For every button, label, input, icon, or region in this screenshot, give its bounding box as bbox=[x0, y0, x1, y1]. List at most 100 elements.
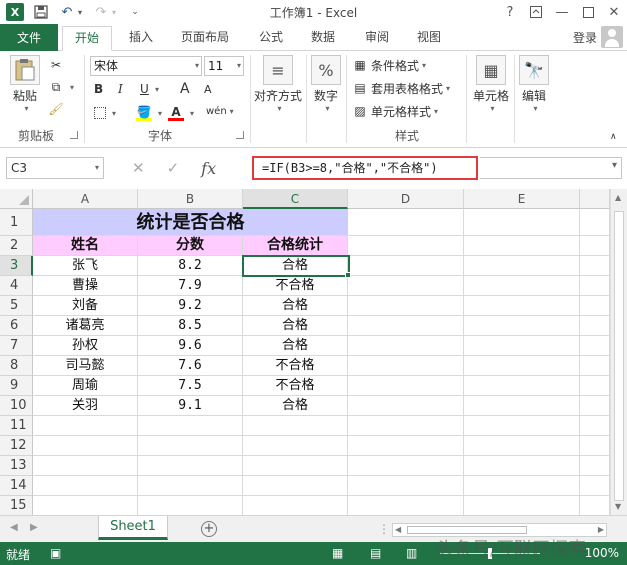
empty-cell[interactable] bbox=[580, 456, 610, 476]
empty-cell[interactable] bbox=[348, 436, 464, 456]
name-cell[interactable]: 刘备 bbox=[33, 296, 138, 316]
tab-page-layout[interactable]: 页面布局 bbox=[172, 26, 238, 51]
cancel-icon[interactable]: ✕ bbox=[132, 159, 145, 177]
name-cell[interactable]: 孙权 bbox=[33, 336, 138, 356]
empty-cell[interactable] bbox=[348, 209, 464, 236]
result-cell[interactable]: 合格 bbox=[243, 336, 348, 356]
empty-cell[interactable] bbox=[243, 496, 348, 515]
font-name-select[interactable]: 宋体 ▾ bbox=[90, 56, 202, 76]
empty-cell[interactable] bbox=[348, 336, 464, 356]
row-header-10[interactable]: 10 bbox=[0, 396, 33, 416]
empty-cell[interactable] bbox=[464, 436, 580, 456]
result-cell[interactable]: 不合格 bbox=[243, 276, 348, 296]
empty-cell[interactable] bbox=[348, 256, 464, 276]
name-cell[interactable]: 关羽 bbox=[33, 396, 138, 416]
enter-icon[interactable]: ✓ bbox=[167, 159, 180, 177]
empty-cell[interactable] bbox=[348, 416, 464, 436]
result-cell[interactable]: 合格 bbox=[243, 256, 348, 276]
score-cell[interactable]: 7.9 bbox=[138, 276, 243, 296]
redo-icon[interactable]: ↷ bbox=[92, 3, 110, 21]
row-header-5[interactable]: 5 bbox=[0, 296, 33, 316]
empty-cell[interactable] bbox=[348, 456, 464, 476]
page-break-view-icon[interactable]: ▥ bbox=[406, 546, 417, 560]
empty-cell[interactable] bbox=[580, 316, 610, 336]
empty-cell[interactable] bbox=[464, 296, 580, 316]
editing-button[interactable]: 🔭 编辑 ▾ bbox=[516, 55, 552, 113]
login-link[interactable]: 登录 bbox=[573, 29, 597, 46]
sheet-title-cell[interactable]: 统计是否合格 bbox=[33, 209, 348, 236]
empty-cell[interactable] bbox=[138, 496, 243, 515]
empty-cell[interactable] bbox=[464, 416, 580, 436]
header-cell[interactable]: 合格统计 bbox=[243, 236, 348, 256]
empty-cell[interactable] bbox=[580, 256, 610, 276]
empty-cell[interactable] bbox=[580, 209, 610, 236]
empty-cell[interactable] bbox=[464, 476, 580, 496]
format-painter-icon[interactable]: 🖌 bbox=[48, 99, 67, 119]
cells-button[interactable]: ▦ 单元格 ▾ bbox=[470, 55, 512, 113]
collapse-ribbon-icon[interactable]: ∧ bbox=[610, 127, 617, 147]
empty-cell[interactable] bbox=[464, 356, 580, 376]
empty-cell[interactable] bbox=[580, 356, 610, 376]
scroll-right-icon[interactable]: ▶ bbox=[598, 524, 604, 536]
expand-formula-bar-icon[interactable]: ▾ bbox=[612, 160, 617, 171]
close-button[interactable]: ✕ bbox=[601, 0, 627, 24]
empty-cell[interactable] bbox=[580, 296, 610, 316]
scroll-up-icon[interactable]: ▲ bbox=[615, 193, 621, 202]
sheet-tab-sheet1[interactable]: Sheet1 bbox=[98, 516, 168, 540]
row-header-7[interactable]: 7 bbox=[0, 336, 33, 356]
tab-view[interactable]: 视图 bbox=[408, 26, 450, 51]
empty-cell[interactable] bbox=[580, 336, 610, 356]
empty-cell[interactable] bbox=[464, 236, 580, 256]
row-header-1[interactable]: 1 bbox=[0, 209, 33, 236]
row-header-15[interactable]: 15 bbox=[0, 496, 33, 515]
empty-cell[interactable] bbox=[33, 456, 138, 476]
scroll-down-icon[interactable]: ▼ bbox=[615, 502, 621, 511]
scroll-left-icon[interactable]: ◀ bbox=[395, 524, 401, 536]
paste-button[interactable]: 粘贴 ▾ bbox=[6, 55, 44, 113]
row-header-14[interactable]: 14 bbox=[0, 476, 33, 496]
empty-cell[interactable] bbox=[33, 436, 138, 456]
customize-quick-access-icon[interactable]: ⌄ bbox=[126, 3, 144, 21]
result-cell[interactable]: 合格 bbox=[243, 396, 348, 416]
empty-cell[interactable] bbox=[464, 396, 580, 416]
empty-cell[interactable] bbox=[580, 236, 610, 256]
empty-cell[interactable] bbox=[580, 436, 610, 456]
empty-cell[interactable] bbox=[464, 456, 580, 476]
empty-cell[interactable] bbox=[348, 496, 464, 515]
underline-dropdown-icon[interactable]: ▾ bbox=[152, 79, 159, 99]
result-cell[interactable]: 合格 bbox=[243, 296, 348, 316]
zoom-percent[interactable]: 100% bbox=[585, 546, 619, 560]
bold-button[interactable]: B bbox=[94, 79, 103, 99]
minimize-button[interactable]: — bbox=[549, 0, 575, 24]
tab-file[interactable]: 文件 bbox=[0, 24, 58, 51]
empty-cell[interactable] bbox=[464, 496, 580, 515]
row-header-11[interactable]: 11 bbox=[0, 416, 33, 436]
vertical-scrollbar[interactable]: ▲ ▼ bbox=[610, 189, 627, 515]
empty-cell[interactable] bbox=[138, 416, 243, 436]
borders-icon[interactable]: ▾ bbox=[94, 103, 116, 123]
fill-color-icon[interactable]: 🪣 ▾ bbox=[136, 103, 162, 123]
name-cell[interactable]: 诸葛亮 bbox=[33, 316, 138, 336]
formula-input[interactable]: =IF(B3>=8,"合格","不合格") bbox=[252, 156, 478, 180]
italic-button[interactable]: I bbox=[118, 79, 123, 99]
empty-cell[interactable] bbox=[348, 276, 464, 296]
number-format-button[interactable]: % 数字 ▾ bbox=[310, 55, 342, 113]
empty-cell[interactable] bbox=[580, 416, 610, 436]
row-header-4[interactable]: 4 bbox=[0, 276, 33, 296]
empty-cell[interactable] bbox=[580, 276, 610, 296]
avatar[interactable] bbox=[601, 26, 623, 48]
empty-cell[interactable] bbox=[138, 456, 243, 476]
column-header-b[interactable]: B bbox=[138, 189, 243, 209]
name-cell[interactable]: 司马懿 bbox=[33, 356, 138, 376]
empty-cell[interactable] bbox=[138, 476, 243, 496]
prev-sheet-icon[interactable]: ◀ bbox=[10, 522, 18, 533]
add-sheet-button[interactable]: + bbox=[201, 521, 217, 537]
empty-cell[interactable] bbox=[243, 436, 348, 456]
column-header-a[interactable]: A bbox=[33, 189, 138, 209]
shrink-font-button[interactable]: A bbox=[204, 79, 212, 99]
result-cell[interactable]: 不合格 bbox=[243, 356, 348, 376]
split-handle-icon[interactable]: ⋮ bbox=[378, 522, 390, 536]
empty-cell[interactable] bbox=[348, 376, 464, 396]
row-header-3[interactable]: 3 bbox=[0, 256, 33, 276]
redo-dropdown-icon[interactable]: ▾ bbox=[110, 3, 118, 21]
